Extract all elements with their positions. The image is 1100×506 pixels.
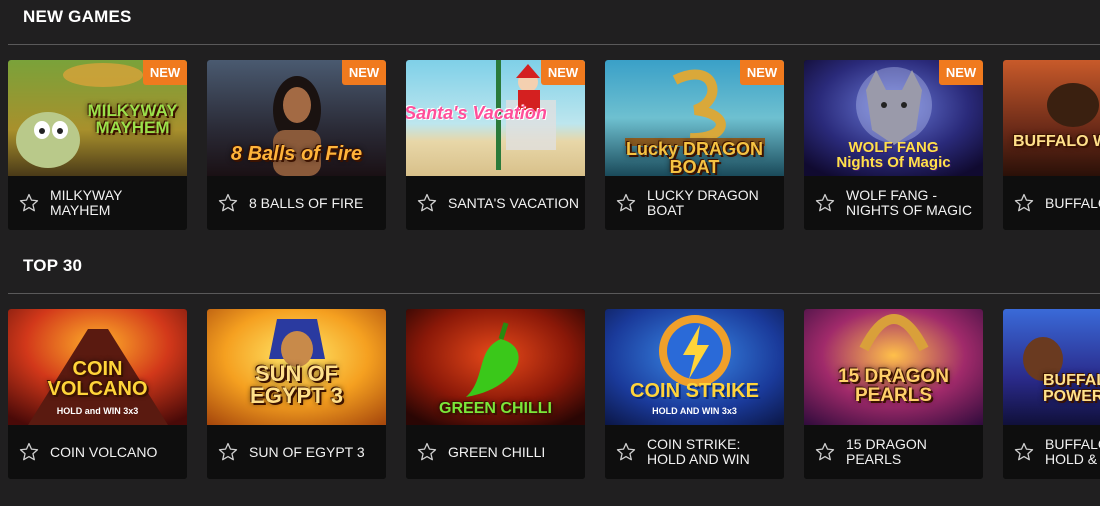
game-name[interactable]: COIN STRIKE: HOLD AND WIN — [647, 425, 780, 479]
game-card-15-dragon-pearls[interactable]: 15 DRAGON PEARLS 15 DRAGON PEARLS — [804, 309, 983, 479]
new-games-row: MILKYWAY MAYHEM NEW MILKYWAY MAYHEM 8 Ba… — [8, 60, 1100, 230]
game-name[interactable]: LUCKY DRAGON BOAT — [647, 176, 780, 230]
section-divider — [8, 44, 1100, 45]
game-thumbnail[interactable]: COIN VOLCANO HOLD and WIN 3x3 — [8, 309, 187, 425]
game-logo: MILKYWAY MAYHEM — [87, 101, 178, 137]
new-badge: NEW — [143, 60, 187, 85]
game-card-coin-volcano[interactable]: COIN VOLCANO HOLD and WIN 3x3 COIN VOLCA… — [8, 309, 187, 479]
game-info: 15 DRAGON PEARLS — [804, 425, 983, 479]
game-name[interactable]: 8 BALLS OF FIRE — [249, 176, 382, 230]
game-info: 8 BALLS OF FIRE — [207, 176, 386, 230]
game-card-buffalo-power[interactable]: BUFFALO POWER BUFFALO POWER: HOLD & WIN — [1003, 309, 1100, 479]
star-outline-icon[interactable] — [18, 441, 40, 463]
game-card-santas-vacation[interactable]: Santa's Vacation NEW SANTA'S VACATION — [406, 60, 585, 230]
game-thumbnail[interactable]: 8 Balls of Fire NEW — [207, 60, 386, 176]
game-logo: GREEN CHILLI — [439, 400, 552, 417]
top-30-row: COIN VOLCANO HOLD and WIN 3x3 COIN VOLCA… — [8, 309, 1100, 479]
game-logo: Santa's Vacation — [406, 103, 547, 123]
game-thumbnail[interactable]: MILKYWAY MAYHEM NEW — [8, 60, 187, 176]
game-info: COIN STRIKE: HOLD AND WIN — [605, 425, 784, 479]
game-card-8-balls-of-fire[interactable]: 8 Balls of Fire NEW 8 BALLS OF FIRE — [207, 60, 386, 230]
game-name[interactable]: WOLF FANG - NIGHTS OF MAGIC — [846, 176, 979, 230]
game-info: SUN OF EGYPT 3 — [207, 425, 386, 479]
star-outline-icon[interactable] — [615, 441, 637, 463]
game-name[interactable]: SUN OF EGYPT 3 — [249, 425, 382, 479]
star-outline-icon[interactable] — [814, 192, 836, 214]
game-logo-sub: HOLD and WIN 3x3 — [56, 406, 139, 416]
game-info: SANTA'S VACATION — [406, 176, 585, 230]
new-badge: NEW — [541, 60, 585, 85]
game-logo: 15 DRAGON PEARLS — [838, 366, 949, 406]
game-card-milkyway-mayhem[interactable]: MILKYWAY MAYHEM NEW MILKYWAY MAYHEM — [8, 60, 187, 230]
section-divider — [8, 293, 1100, 294]
game-name[interactable]: GREEN CHILLI — [448, 425, 581, 479]
star-outline-icon[interactable] — [416, 192, 438, 214]
game-thumbnail[interactable]: Santa's Vacation NEW — [406, 60, 585, 176]
section-title: NEW GAMES — [23, 7, 132, 26]
game-logo: COIN STRIKE — [630, 380, 759, 402]
game-thumbnail[interactable]: SUN OF EGYPT 3 — [207, 309, 386, 425]
star-outline-icon[interactable] — [1013, 192, 1035, 214]
game-thumbnail[interactable]: GREEN CHILLI — [406, 309, 585, 425]
game-logo: 8 Balls of Fire — [230, 143, 363, 165]
star-outline-icon[interactable] — [615, 192, 637, 214]
new-badge: NEW — [939, 60, 983, 85]
game-card-buffalo-wealth[interactable]: BUFFALO W BUFFALO WEALTH — [1003, 60, 1100, 230]
game-thumbnail[interactable]: BUFFALO W — [1003, 60, 1100, 176]
game-info: MILKYWAY MAYHEM — [8, 176, 187, 230]
game-info: LUCKY DRAGON BOAT — [605, 176, 784, 230]
section-title: TOP 30 — [23, 256, 83, 275]
game-logo: WOLF FANG Nights Of Magic — [836, 139, 951, 171]
game-name[interactable]: MILKYWAY MAYHEM — [50, 176, 183, 230]
game-info: GREEN CHILLI — [406, 425, 585, 479]
star-outline-icon[interactable] — [18, 192, 40, 214]
star-outline-icon[interactable] — [416, 441, 438, 463]
game-name[interactable]: 15 DRAGON PEARLS — [846, 425, 979, 479]
game-card-wolf-fang[interactable]: WOLF FANG Nights Of Magic NEW WOLF FANG … — [804, 60, 983, 230]
new-badge: NEW — [342, 60, 386, 85]
game-info: COIN VOLCANO — [8, 425, 187, 479]
game-card-coin-strike[interactable]: COIN STRIKE HOLD AND WIN 3x3 COIN STRIKE… — [605, 309, 784, 479]
game-logo: Lucky DRAGON BOAT — [625, 139, 764, 176]
game-logo: COIN VOLCANO — [47, 358, 148, 400]
game-name[interactable]: COIN VOLCANO — [50, 425, 183, 479]
game-card-green-chilli[interactable]: GREEN CHILLI GREEN CHILLI — [406, 309, 585, 479]
game-logo: BUFFALO W — [1013, 133, 1100, 150]
star-outline-icon[interactable] — [217, 192, 239, 214]
game-logo: SUN OF EGYPT 3 — [250, 361, 343, 408]
game-logo: BUFFALO POWER — [1043, 372, 1100, 405]
new-badge: NEW — [740, 60, 784, 85]
game-card-lucky-dragon-boat[interactable]: Lucky DRAGON BOAT NEW LUCKY DRAGON BOAT — [605, 60, 784, 230]
game-card-sun-of-egypt-3[interactable]: SUN OF EGYPT 3 SUN OF EGYPT 3 — [207, 309, 386, 479]
game-thumbnail[interactable]: BUFFALO POWER — [1003, 309, 1100, 425]
game-name[interactable]: BUFFALO WEALTH — [1045, 176, 1100, 230]
game-name[interactable]: BUFFALO POWER: HOLD & WIN — [1045, 425, 1100, 479]
game-info: WOLF FANG - NIGHTS OF MAGIC — [804, 176, 983, 230]
game-info: BUFFALO WEALTH — [1003, 176, 1100, 230]
game-thumbnail[interactable]: WOLF FANG Nights Of Magic NEW — [804, 60, 983, 176]
star-outline-icon[interactable] — [217, 441, 239, 463]
game-thumbnail[interactable]: 15 DRAGON PEARLS — [804, 309, 983, 425]
game-logo-sub: HOLD AND WIN 3x3 — [652, 406, 737, 416]
game-thumbnail[interactable]: COIN STRIKE HOLD AND WIN 3x3 — [605, 309, 784, 425]
game-info: BUFFALO POWER: HOLD & WIN — [1003, 425, 1100, 479]
game-name[interactable]: SANTA'S VACATION — [448, 176, 581, 230]
game-thumbnail[interactable]: Lucky DRAGON BOAT NEW — [605, 60, 784, 176]
star-outline-icon[interactable] — [814, 441, 836, 463]
star-outline-icon[interactable] — [1013, 441, 1035, 463]
